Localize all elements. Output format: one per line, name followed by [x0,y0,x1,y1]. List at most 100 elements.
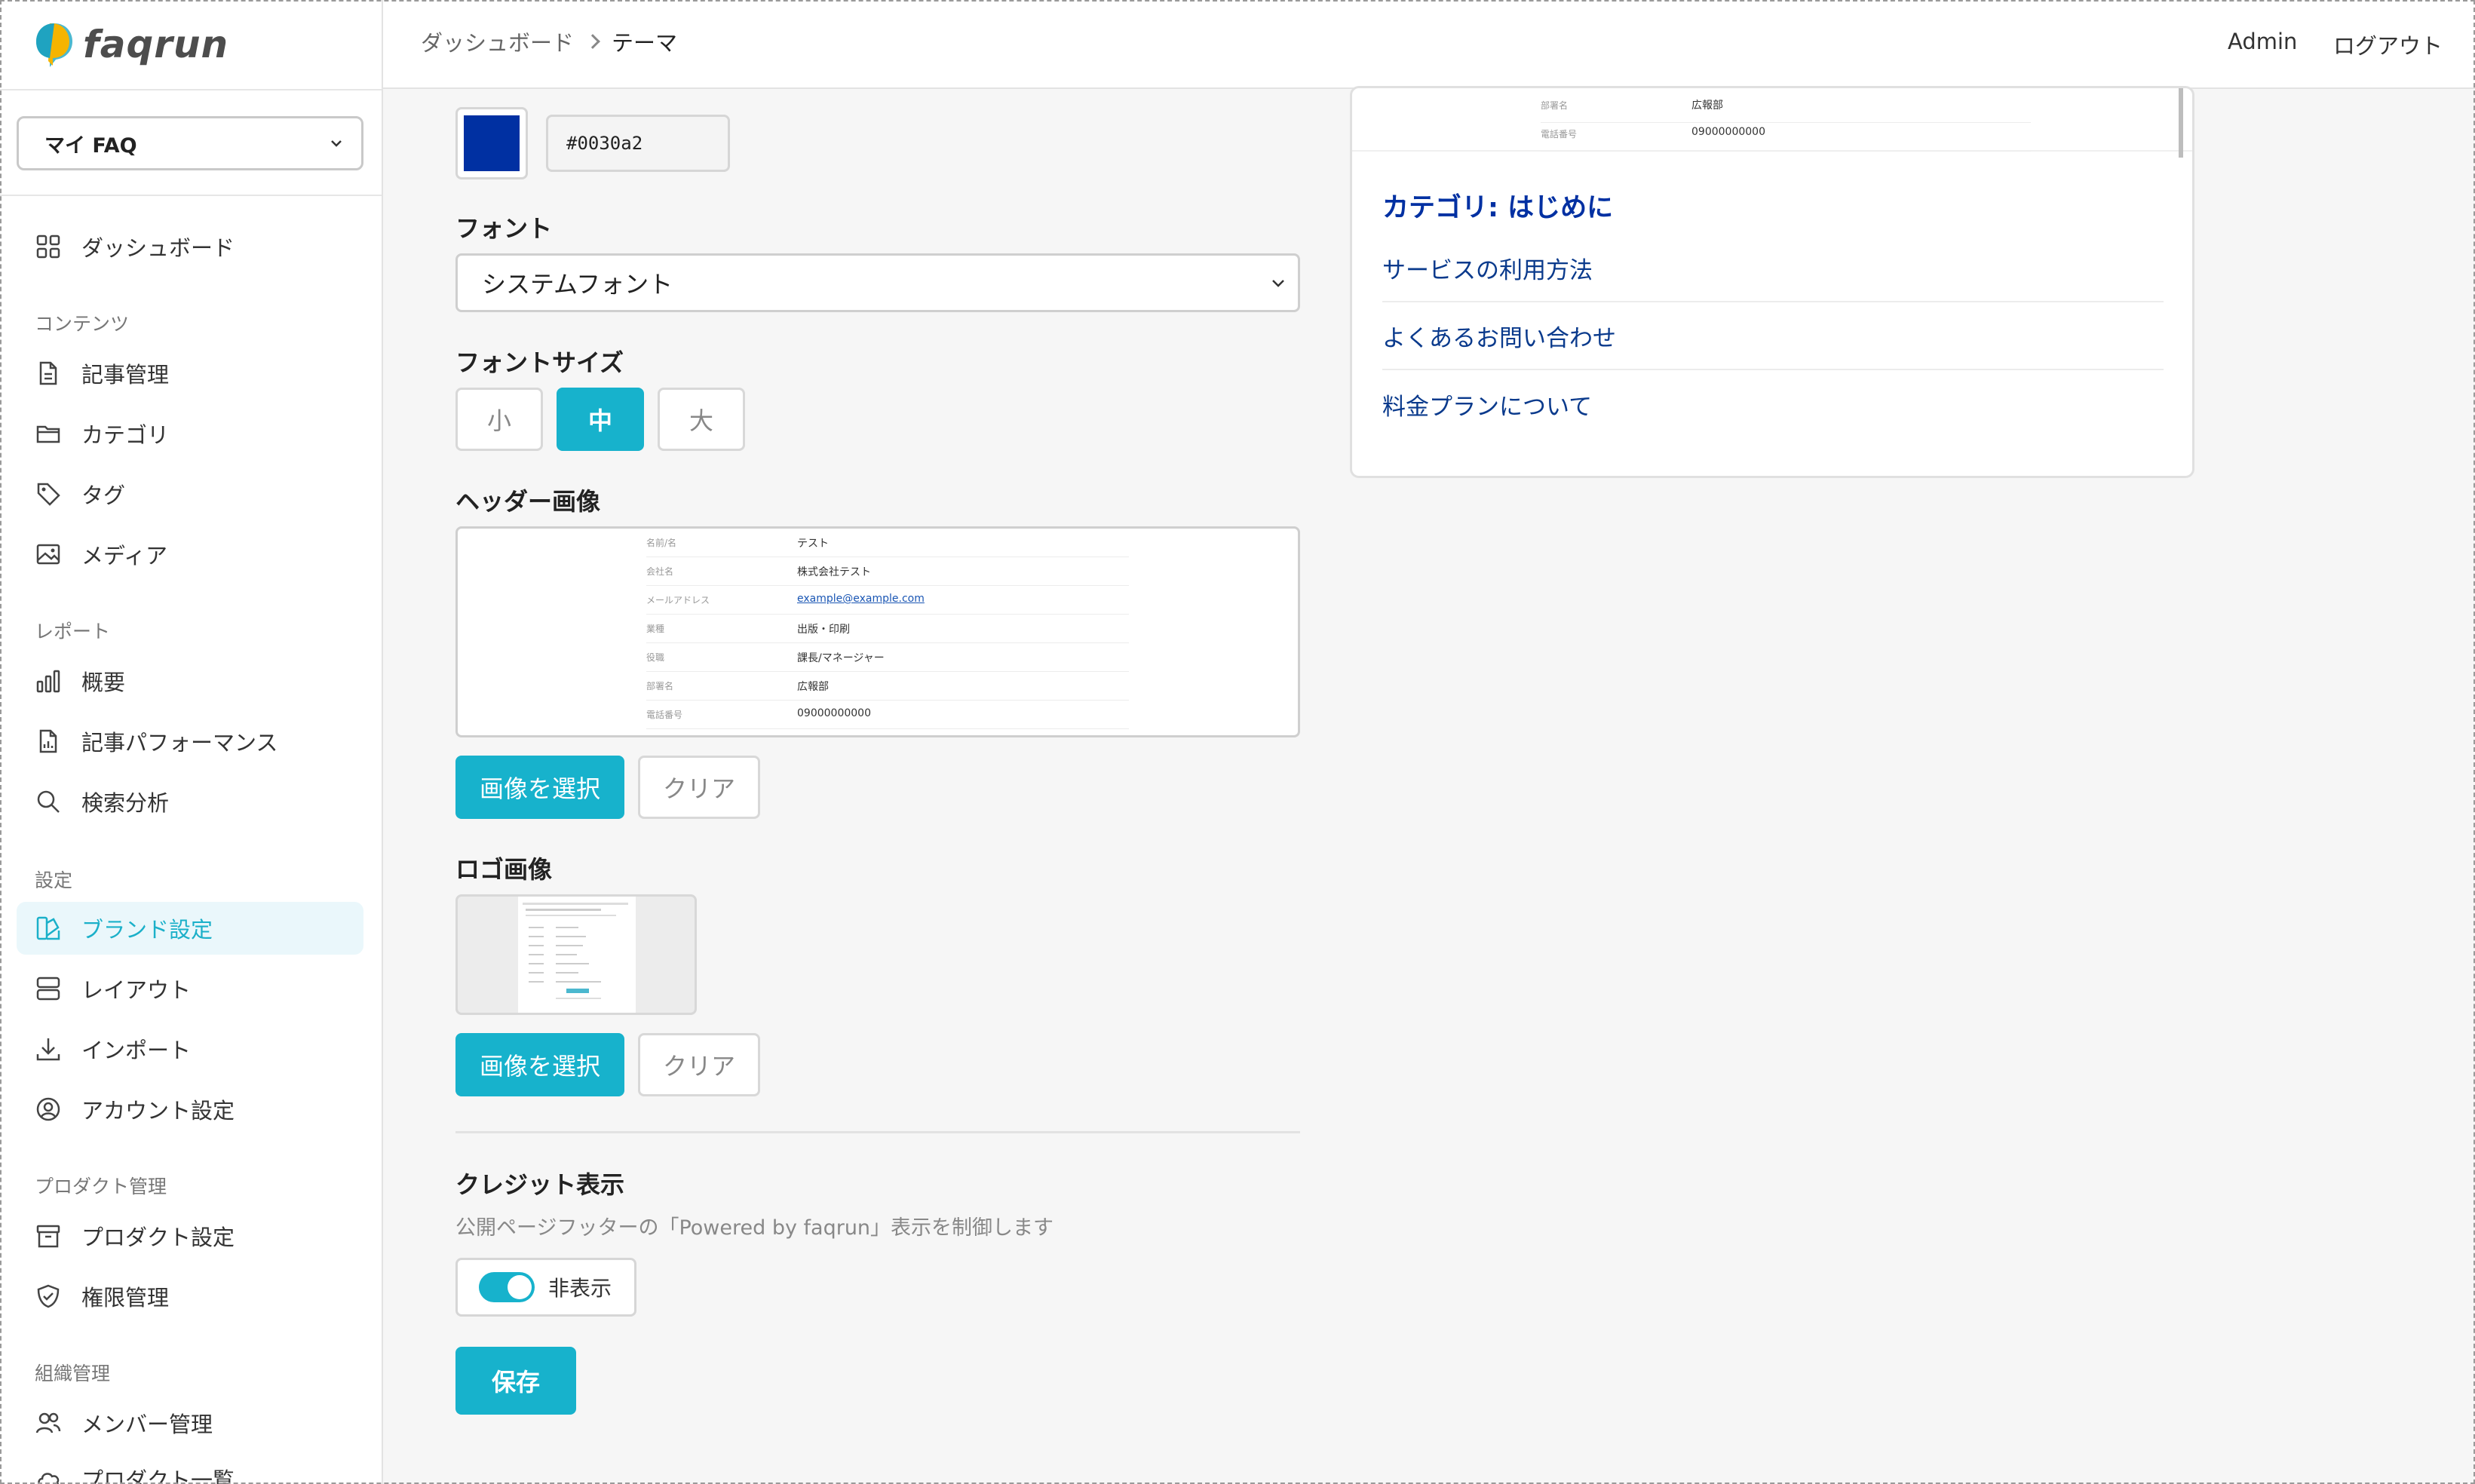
color-swatch [464,115,520,171]
sidebar-item-members[interactable]: メンバー管理 [17,1397,363,1449]
logo-text: faqrun [83,23,229,66]
toggle-knob [508,1275,532,1299]
shield-check-icon [33,1281,63,1311]
cloud-icon [33,1464,63,1484]
divider [455,1131,1300,1133]
app-logo[interactable]: faqrun [33,20,228,69]
breadcrumb-dashboard[interactable]: ダッシュボード [421,26,574,57]
preview-row: 名前/名 テスト [646,529,1129,557]
header-image-label: ヘッダー画像 [455,487,601,516]
scrollbar[interactable] [2179,88,2183,158]
preview-row: 電話番号 09000000000 [646,701,1129,729]
chevron-right-icon [585,34,600,49]
preview-row: 電話番号 09000000000 [1541,123,2031,152]
tag-icon [33,479,63,509]
breadcrumb: ダッシュボード テーマ [421,26,677,57]
credit-label: クレジット表示 [455,1170,625,1199]
theme-preview-card: 部署名 広報部 電話番号 09000000000 カテゴリ: はじめに サービスの利… [1350,86,2194,478]
faq-select[interactable]: マイ FAQ [17,116,363,170]
breadcrumb-current: テーマ [612,30,678,56]
sidebar-item-search-analysis[interactable]: 検索分析 [17,775,363,828]
preview-article-link[interactable]: 料金プランについて [1382,370,2164,438]
sidebar-item-dashboard[interactable]: ダッシュボード [17,220,363,273]
grid-icon [33,231,63,262]
section-settings: 設定 [35,869,73,891]
sidebar-item-label: アカウント設定 [81,1098,235,1124]
font-size-large-button[interactable]: 大 [658,388,745,451]
preview-row: 役職 課長/マネージャー [646,643,1129,672]
logout-link[interactable]: ログアウト [2333,29,2443,60]
admin-link[interactable]: Admin [2228,29,2297,54]
chevron-down-icon [331,140,342,147]
sidebar-item-layout[interactable]: レイアウト [17,962,363,1015]
logo-image-select-button[interactable]: 画像を選択 [455,1033,624,1096]
preview-article-link[interactable]: サービスの利用方法 [1382,235,2164,302]
color-hex-input[interactable]: #0030a2 [546,115,730,172]
sidebar-item-account-settings[interactable]: アカウント設定 [17,1083,363,1136]
color-picker[interactable] [455,107,528,179]
sidebar-item-articles[interactable]: 記事管理 [17,347,363,400]
credit-toggle-label: 非表示 [548,1276,612,1301]
search-icon [33,786,63,817]
sidebar-item-permissions[interactable]: 権限管理 [17,1270,363,1323]
logo-image-clear-button[interactable]: クリア [638,1033,760,1096]
credit-toggle[interactable] [479,1272,535,1302]
font-label: フォント [455,214,553,243]
sidebar-item-label: 検索分析 [81,790,170,816]
sidebar-item-tags[interactable]: タグ [17,468,363,520]
preview-row: 部署名 広報部 [1541,94,2031,123]
logo-image-preview [455,894,697,1015]
layout-icon [33,973,63,1004]
sidebar-item-label: プロダクト一覧 [81,1467,235,1484]
section-org: 組織管理 [35,1363,111,1384]
sidebar-item-media[interactable]: メディア [17,528,363,581]
divider [0,89,382,90]
sidebar-item-label: メンバー管理 [81,1412,213,1437]
credit-description: 公開ページフッターの「Powered by faqrun」表示を制御します [455,1216,1054,1240]
sidebar-item-label: カテゴリ [81,422,170,448]
section-product: プロダクト管理 [35,1176,167,1197]
font-select[interactable]: システムフォント [455,253,1300,312]
sidebar-item-product-settings[interactable]: プロダクト設定 [17,1210,363,1262]
save-button[interactable]: 保存 [455,1347,576,1415]
preview-row: 業種 出版・印刷 [646,615,1129,643]
sidebar-item-categories[interactable]: カテゴリ [17,407,363,460]
image-icon [33,539,63,569]
folder-icon [33,419,63,449]
chevron-down-icon [1272,280,1284,287]
document-icon [33,358,63,388]
sidebar: faqrun マイ FAQ ダッシュボード コンテンツ 記事管理 カテゴリ タグ… [0,0,383,1484]
top-header: ダッシュボード テーマ Admin ログアウト [383,0,2475,89]
font-select-value: システムフォント [482,270,673,299]
preview-row: メールアドレス example@example.com [646,586,1129,615]
logo-icon [33,20,75,69]
sidebar-item-import[interactable]: インポート [17,1023,363,1075]
divider [0,195,382,196]
bar-chart-icon [33,666,63,696]
archive-icon [33,1221,63,1251]
font-size-label: フォントサイズ [455,348,624,377]
sidebar-item-label: レイアウト [81,977,192,1003]
preview-row: 部署名 広報部 [646,672,1129,701]
sidebar-item-label: 権限管理 [81,1285,170,1311]
section-reports: レポート [35,621,111,642]
credit-toggle-container[interactable]: 非表示 [455,1258,636,1317]
section-content: コンテンツ [35,313,130,335]
sidebar-item-product-list[interactable]: プロダクト一覧 [17,1452,363,1484]
preview-header-image: 部署名 広報部 電話番号 09000000000 [1352,88,2192,152]
header-image-clear-button[interactable]: クリア [638,756,760,819]
preview-article-link[interactable]: よくあるお問い合わせ [1382,302,2164,370]
sidebar-item-label: 概要 [81,670,126,695]
logo-image-label: ロゴ画像 [455,855,553,884]
sidebar-item-overview[interactable]: 概要 [17,655,363,707]
sidebar-item-label: 記事管理 [81,362,170,388]
sidebar-item-brand-settings[interactable]: ブランド設定 [17,902,363,955]
font-size-small-button[interactable]: 小 [455,388,543,451]
header-image-select-button[interactable]: 画像を選択 [455,756,624,819]
sidebar-item-label: メディア [81,543,167,569]
logo-thumbnail [518,897,636,1013]
download-icon [33,1034,63,1064]
users-icon [33,1408,63,1438]
sidebar-item-article-performance[interactable]: 記事パフォーマンス [17,715,363,768]
font-size-medium-button[interactable]: 中 [557,388,644,451]
